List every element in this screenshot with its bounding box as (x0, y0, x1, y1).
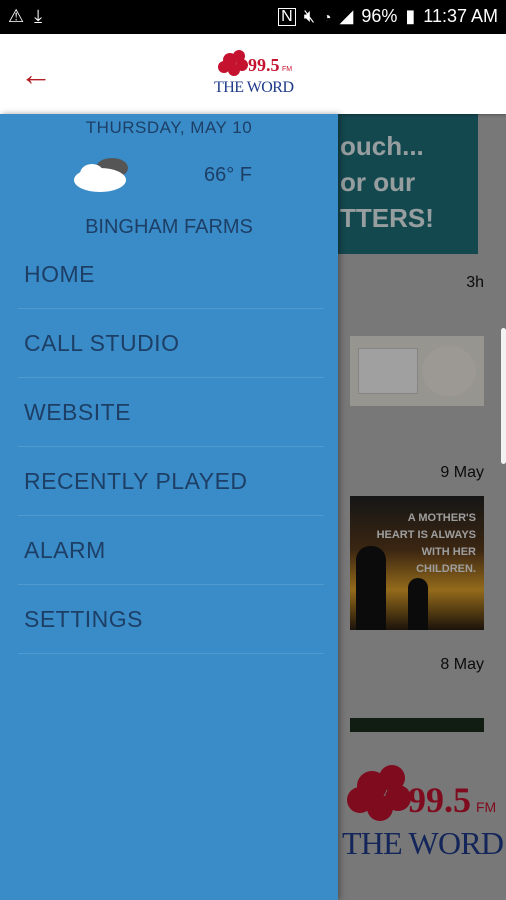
menu-item-home[interactable]: HOME (18, 240, 324, 309)
app-bar: ← 99.5 FM THE WORD (0, 34, 506, 114)
battery-icon: ▮ (405, 6, 416, 26)
drawer-menu: HOME CALL STUDIO WEBSITE RECENTLY PLAYED… (18, 240, 324, 654)
status-bar: ⚠ ⤓ N 🔇︎ ◔ ◢ 96% ▮ 11:37 AM (0, 0, 506, 34)
date-label: THURSDAY, MAY 10 (85, 118, 253, 137)
menu-item-call-studio[interactable]: CALL STUDIO (18, 309, 324, 378)
clock: 11:37 AM (423, 6, 498, 26)
notification-icons: ⚠ ⤓ (8, 6, 42, 27)
wifi-icon: ◔ (323, 8, 332, 25)
menu-item-settings[interactable]: SETTINGS (18, 585, 324, 654)
menu-item-website[interactable]: WEBSITE (18, 378, 324, 447)
menu-item-alarm[interactable]: ALARM (18, 516, 324, 585)
logo-fm: FM (282, 66, 292, 73)
scrollbar[interactable] (501, 328, 506, 464)
logo-name: THE WORD (214, 79, 294, 96)
signal-icon: ◢ (339, 6, 354, 26)
download-icon: ⤓ (34, 6, 43, 26)
back-arrow-icon[interactable]: ← (20, 56, 56, 92)
battery-percent: 96% (361, 6, 398, 26)
cloudy-weather-icon (74, 158, 128, 192)
nfc-icon: N (278, 7, 296, 26)
warning-icon: ⚠ (8, 6, 25, 26)
location-label: BINGHAM FARMS (85, 216, 253, 238)
mute-icon: 🔇︎ (303, 6, 316, 26)
temperature: 66° F (204, 164, 253, 186)
logo-number: 99.5 (248, 55, 280, 75)
system-icons: N 🔇︎ ◔ ◢ 96% ▮ 11:37 AM (278, 6, 498, 27)
station-logo: 99.5 FM THE WORD (214, 50, 294, 96)
navigation-drawer: THURSDAY, MAY 10 66° F BINGHAM FARMS HOM… (0, 114, 338, 900)
menu-item-recently-played[interactable]: RECENTLY PLAYED (18, 447, 324, 516)
